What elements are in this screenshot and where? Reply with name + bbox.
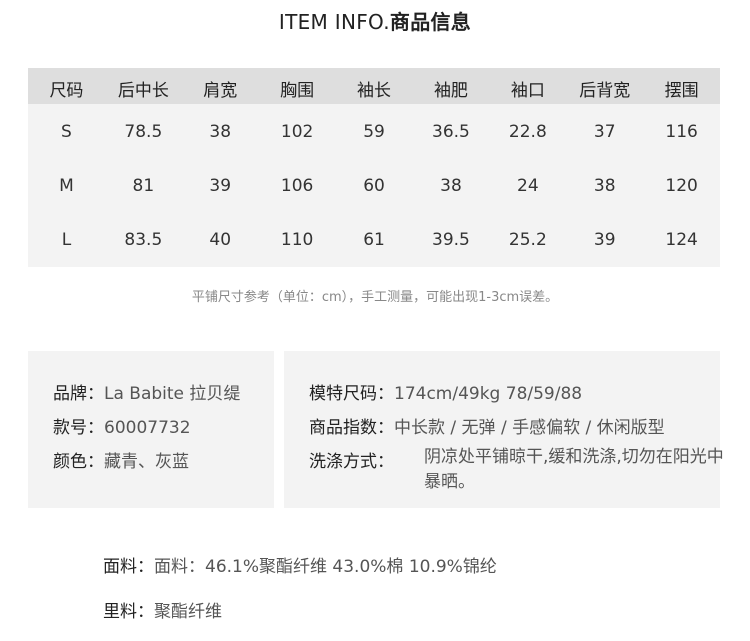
product-index-label: 商品指数： (309, 418, 394, 438)
table-cell: 110 (280, 230, 314, 250)
table-cell: 38 (209, 122, 232, 142)
table-cell: 25.2 (508, 230, 547, 250)
table-cell: 39.5 (432, 230, 470, 250)
brand-info-panel: 品牌：La Babite 拉贝缇 款号：60007732 颜色：藏青、灰蓝 (28, 351, 274, 508)
fabric-label: 面料： (103, 557, 154, 577)
table-cell: 116 (665, 122, 698, 142)
table-cell: 40 (209, 230, 232, 250)
header-sleeve-width: 袖肥 (433, 81, 468, 101)
table-cell: 39 (209, 176, 232, 196)
brand-value: La Babite 拉贝缇 (104, 384, 241, 404)
color-row: 颜色：藏青、灰蓝 (53, 447, 189, 472)
model-size-value: 174cm/49kg 78/59/88 (394, 384, 583, 404)
color-value: 藏青、灰蓝 (104, 452, 189, 472)
title-en: ITEM INFO. (278, 10, 390, 34)
measurement-note: 平铺尺寸参考（单位：cm），手工测量，可能出现1-3cm误差。 (191, 290, 559, 305)
table-cell: 102 (280, 122, 314, 142)
lining-row: 里料：聚酯纤维 (103, 597, 222, 622)
header-cuff: 袖口 (510, 81, 545, 101)
table-cell: 38 (593, 176, 616, 196)
size-table: 尺码 后中长 肩宽 胸围 袖长 袖肥 袖口 后背宽 摆围 S 78.5 38 1… (28, 68, 720, 267)
header-hem: 摆围 (664, 81, 699, 101)
table-cell: 22.8 (508, 122, 547, 142)
product-index-value: 中长款 / 无弹 / 手感偏软 / 休闲版型 (394, 418, 665, 438)
product-detail-panel: 模特尺码：174cm/49kg 78/59/88 商品指数：中长款 / 无弹 /… (284, 351, 724, 508)
washing-row: 洗涤方式： 阴凉处平铺晾干,缓和洗涤,切勿在阳光中暴晒。 (309, 447, 724, 497)
table-cell: S (61, 122, 72, 142)
model-size-label: 模特尺码： (309, 384, 394, 404)
fabric-row: 面料：面料：46.1%聚酯纤维 43.0%棉 10.9%锦纶 (103, 552, 497, 577)
lining-value: 聚酯纤维 (154, 602, 222, 622)
table-cell: 81 (132, 176, 155, 196)
header-back-length: 后中长 (117, 81, 169, 101)
header-chest: 胸围 (280, 81, 315, 101)
table-cell: 37 (593, 122, 616, 142)
table-cell: 124 (665, 230, 698, 250)
header-back-width: 后背宽 (579, 81, 631, 101)
washing-value: 阴凉处平铺晾干,缓和洗涤,切勿在阳光中暴晒。 (424, 447, 724, 492)
table-cell: 38 (440, 176, 462, 196)
page-title: ITEM INFO.商品信息 (0, 6, 750, 35)
table-cell: 61 (363, 230, 385, 250)
size-table-header: 尺码 后中长 肩宽 胸围 袖长 袖肥 袖口 后背宽 摆围 (28, 68, 720, 104)
style-no-label: 款号： (53, 418, 104, 438)
header-size: 尺码 (49, 81, 84, 101)
style-no-value: 60007732 (104, 418, 191, 438)
table-cell: M (59, 176, 74, 196)
table-cell: L (61, 230, 72, 250)
table-cell: 39 (593, 230, 616, 250)
table-cell: 106 (280, 176, 314, 196)
header-sleeve-length: 袖长 (357, 81, 392, 101)
product-index-row: 商品指数：中长款 / 无弹 / 手感偏软 / 休闲版型 (309, 413, 665, 438)
table-cell: 60 (363, 176, 385, 196)
brand-label: 品牌： (53, 384, 104, 404)
table-cell: 120 (665, 176, 698, 196)
table-cell: 36.5 (432, 122, 470, 142)
color-label: 颜色： (53, 452, 104, 472)
table-cell: 24 (517, 176, 539, 196)
title-cn: 商品信息 (389, 10, 472, 34)
table-cell: 83.5 (124, 230, 163, 250)
style-no-row: 款号：60007732 (53, 413, 191, 438)
model-size-row: 模特尺码：174cm/49kg 78/59/88 (309, 379, 582, 404)
lining-label: 里料： (103, 602, 154, 622)
table-cell: 78.5 (124, 122, 163, 142)
washing-label: 洗涤方式： (309, 452, 394, 472)
fabric-value: 面料：46.1%聚酯纤维 43.0%棉 10.9%锦纶 (154, 557, 497, 577)
table-cell: 59 (363, 122, 385, 142)
header-shoulder: 肩宽 (203, 81, 238, 101)
brand-row: 品牌：La Babite 拉贝缇 (53, 379, 240, 404)
